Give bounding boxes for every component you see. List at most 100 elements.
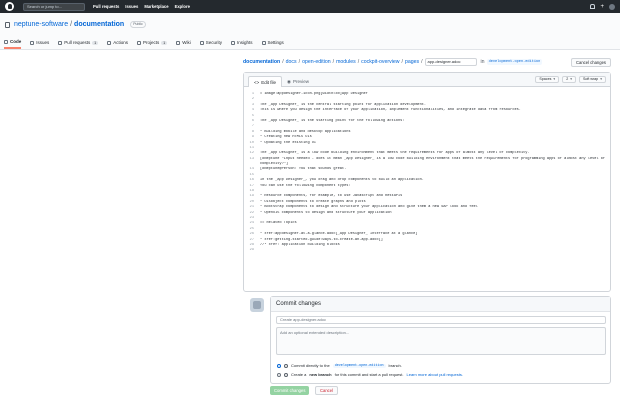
tab-label: Code <box>10 39 22 44</box>
tab-edit-file[interactable]: <> Edit file <box>248 76 283 87</box>
tab-label: Security <box>205 40 222 45</box>
nav-pull-requests[interactable]: Pull requests <box>93 4 119 9</box>
commit-form: Commit changes Create app-designer.adoc … <box>270 296 611 384</box>
plus-icon[interactable]: + <box>600 4 604 10</box>
line-text: [#Neptune "Input needed - does it mean _… <box>260 156 606 161</box>
repo-owner-link[interactable]: neptune-software <box>14 21 68 28</box>
tab-wiki[interactable]: Wiki <box>176 39 191 49</box>
github-logo-icon[interactable] <box>5 2 14 11</box>
commit-new-branch-option[interactable]: Create a new branch for this commit and … <box>277 372 463 377</box>
tab-settings[interactable]: Settings <box>261 39 284 49</box>
editor-options: Spaces ▾ 2 ▾ Soft wrap ▾ <box>535 76 606 83</box>
visibility-badge: Public <box>130 21 146 28</box>
line-text: = image:appdesigner-icon.png[width=40]Ap… <box>260 92 368 96</box>
code-icon <box>4 39 8 44</box>
branch-name: development-open-edition <box>332 363 386 368</box>
tab-label: Wiki <box>182 40 191 45</box>
radio-button[interactable] <box>277 363 281 368</box>
global-nav: Pull requests Issues Marketplace Explore <box>93 4 190 9</box>
breadcrumb-root[interactable]: documentation <box>243 59 280 65</box>
cancel-changes-button[interactable]: Cancel changes <box>570 57 611 67</box>
breadcrumb-separator: / <box>357 59 360 65</box>
breadcrumb: documentation / docs / open-edition / mo… <box>243 57 611 67</box>
tab-pull-requests[interactable]: Pull requests 1 <box>58 39 99 49</box>
nav-marketplace[interactable]: Marketplace <box>144 4 168 9</box>
tab-projects[interactable]: Projects 1 <box>137 39 168 49</box>
avatar[interactable] <box>609 3 615 10</box>
commit-title: Commit changes <box>271 297 610 312</box>
option-text: for this commit and start a pull request… <box>334 372 404 377</box>
commit-description-input[interactable]: Add an optional extended description... <box>276 327 606 355</box>
line-text: == Related Topics <box>260 221 297 226</box>
in-label: in <box>480 59 485 65</box>
issue-icon <box>30 40 35 45</box>
tab-code[interactable]: Code <box>4 39 22 49</box>
indent-size-select[interactable]: 2 ▾ <box>562 76 576 83</box>
gear-icon <box>261 40 266 45</box>
line-text: The _App Designer_ is the starting point… <box>260 118 405 123</box>
breadcrumb-separator: / <box>282 59 284 65</box>
editor-toolbar: <> Edit file ◉ Preview Spaces ▾ 2 ▾ Soft wra… <box>244 73 610 87</box>
wrap-mode-select[interactable]: Soft wrap ▾ <box>579 76 606 83</box>
commit-summary-input[interactable]: Create app-designer.adoc <box>276 316 606 324</box>
radio-button[interactable] <box>277 372 281 377</box>
repo-separator: / <box>70 21 73 28</box>
header-actions: + <box>590 3 615 10</box>
option-text: Create a <box>291 372 307 377</box>
nav-issues[interactable]: Issues <box>125 4 138 9</box>
breadcrumb-separator: / <box>332 59 335 65</box>
tab-label: Edit file <box>261 79 277 85</box>
line-text: * OpenUI5 components to design and struc… <box>260 210 392 215</box>
breadcrumb-item[interactable]: pages <box>405 59 419 65</box>
option-text: Commit directly to the <box>291 363 330 368</box>
code-brackets-icon: <> <box>254 79 260 85</box>
repo-name-link[interactable]: documentation <box>74 21 124 28</box>
file-editor: <> Edit file ◉ Preview Spaces ▾ 2 ▾ Soft wra… <box>243 72 611 292</box>
nav-explore[interactable]: Explore <box>175 4 190 9</box>
tab-label: Settings <box>267 40 284 45</box>
cancel-button[interactable]: Cancel <box>315 386 339 395</box>
line-text: You can use the following component type… <box>260 183 351 188</box>
graph-icon <box>230 40 235 45</box>
eye-icon: ◉ <box>287 78 291 84</box>
tab-actions[interactable]: Actions <box>107 39 128 49</box>
indent-mode-select[interactable]: Spaces ▾ <box>535 76 560 83</box>
bell-icon[interactable] <box>590 4 596 9</box>
avatar <box>250 298 264 312</box>
select-value: Soft wrap <box>583 77 599 81</box>
projects-icon <box>137 40 141 45</box>
tab-insights[interactable]: Insights <box>230 39 253 49</box>
code-textarea[interactable]: 1 = image:appdesigner-icon.png[width=40]A… <box>244 87 610 254</box>
breadcrumb-separator: / <box>401 59 403 65</box>
commit-direct-option[interactable]: Commit directly to the development-open-… <box>277 363 402 368</box>
line-number: 29 <box>249 248 254 253</box>
repo-tabs: Code Issues Pull requests 1 Actions Proje… <box>4 39 284 49</box>
tab-security[interactable]: Security <box>199 39 222 49</box>
global-header: Search or jump to... Pull requests Issue… <box>0 0 620 13</box>
breadcrumb-item[interactable]: open-edition <box>302 59 331 65</box>
tab-issues[interactable]: Issues <box>30 39 49 49</box>
select-value: 2 <box>566 77 569 81</box>
repo-title: neptune-software / documentation Public <box>5 21 146 28</box>
line-text: //* xref: application building blocks <box>260 242 340 247</box>
learn-more-link[interactable]: Learn more about pull requests. <box>407 372 463 377</box>
breadcrumb-separator: / <box>421 59 423 65</box>
breadcrumb-item[interactable]: modules <box>336 59 356 65</box>
tab-label: Insights <box>236 40 253 45</box>
chevron-down-icon: ▾ <box>570 77 572 81</box>
repo-icon <box>5 21 10 28</box>
line-text: This is where you design the interface o… <box>260 108 521 113</box>
breadcrumb-item[interactable]: docs <box>286 59 297 65</box>
tab-label: Projects <box>143 40 160 45</box>
tab-label: Actions <box>113 40 128 45</box>
search-input[interactable]: Search or jump to... <box>23 2 85 11</box>
commit-changes-button[interactable]: Commit changes <box>270 386 310 395</box>
tab-label: Preview <box>292 78 309 84</box>
filename-input[interactable]: app-designer.adoc <box>424 58 477 66</box>
tab-preview[interactable]: ◉ Preview <box>282 76 314 86</box>
option-text: new branch <box>309 372 332 377</box>
tab-counter: 1 <box>161 40 168 45</box>
shield-icon <box>199 40 204 45</box>
tab-counter: 1 <box>92 40 99 45</box>
breadcrumb-item[interactable]: cockpit-overview <box>361 59 399 65</box>
